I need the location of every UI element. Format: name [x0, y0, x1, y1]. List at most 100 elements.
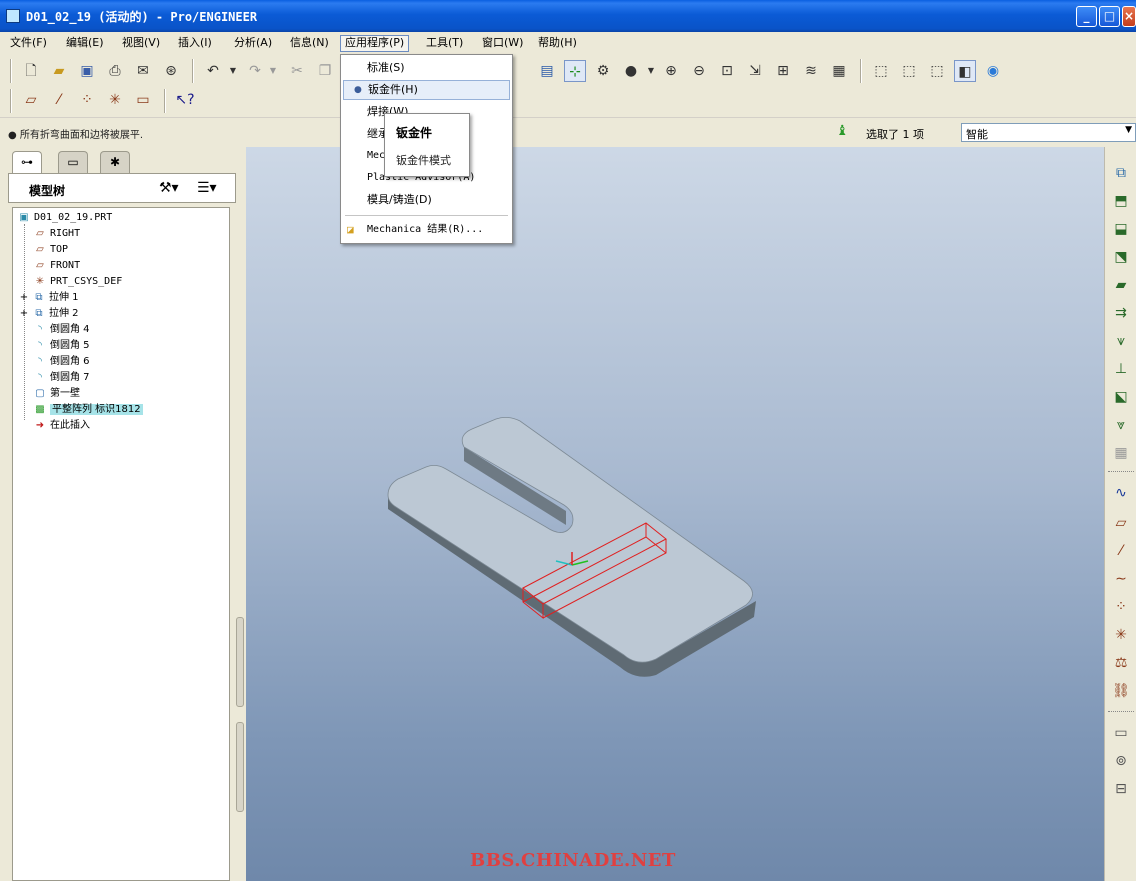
panel-splitter[interactable] [236, 617, 246, 817]
menu-help[interactable]: 帮助(H) [534, 35, 581, 52]
menu-applications[interactable]: 应用程序(P) [340, 35, 410, 52]
menu-item-sheetmetal[interactable]: ● 钣金件(H) [343, 80, 510, 100]
reorient-icon[interactable]: ⇲ [744, 60, 766, 82]
graphics-window[interactable] [246, 147, 1104, 881]
menu-file[interactable]: 文件(F) [6, 35, 51, 52]
axis-display-icon[interactable]: ⁄ [48, 89, 70, 111]
email-icon[interactable]: ✉ [132, 60, 154, 82]
refit-icon[interactable]: ⊡ [716, 60, 738, 82]
context-help-icon[interactable]: ↖? [174, 89, 196, 111]
datum-point-icon[interactable]: ⁘ [1109, 595, 1133, 619]
redo-dropdown-icon[interactable]: ▼ [262, 60, 284, 82]
expand-icon[interactable]: + [19, 306, 29, 322]
flange-icon[interactable]: ⬒ [1109, 189, 1133, 213]
model-player-icon[interactable]: ◉ [982, 60, 1004, 82]
display-style-icon[interactable]: ● [620, 60, 642, 82]
print-icon[interactable]: ⎙ [104, 60, 126, 82]
datum-plane-tool-icon[interactable]: ▱ [1109, 511, 1133, 535]
tree-item-flat-pattern[interactable]: ▩ 平整阵列 标识1812 [33, 402, 143, 418]
menu-view[interactable]: 视图(V) [118, 35, 164, 52]
expand-icon[interactable]: + [19, 290, 29, 306]
tree-item-round-4[interactable]: ◝ 倒圆角 4 [33, 322, 89, 338]
copy-icon[interactable]: ❐ [314, 60, 336, 82]
maximize-button[interactable]: □ [1099, 6, 1120, 27]
menu-insert[interactable]: 插入(I) [174, 35, 216, 52]
spin-center-icon[interactable]: ⊹ [564, 60, 586, 82]
datum-csys-icon[interactable]: ✳ [1109, 623, 1133, 647]
flat-pattern-tool-icon[interactable]: ⩔ [1109, 413, 1133, 437]
selection-filter-select[interactable]: 智能 ▼ [961, 123, 1136, 142]
menu-info[interactable]: 信息(N) [286, 35, 333, 52]
tree-item-round-5[interactable]: ◝ 倒圆角 5 [33, 338, 89, 354]
extend-wall-icon[interactable]: ⬔ [1109, 245, 1133, 269]
note-icon[interactable]: ▭ [1109, 721, 1133, 745]
tree-item-round-7[interactable]: ◝ 倒圆角 7 [33, 370, 89, 386]
tree-show-icon[interactable]: ☰▾ [197, 180, 217, 196]
tree-item-part[interactable]: ▣ D01_02_19.PRT [17, 210, 112, 226]
menu-tools[interactable]: 工具(T) [422, 35, 467, 52]
point-display-icon[interactable]: ⁘ [76, 89, 98, 111]
zoom-in-icon[interactable]: ⊕ [660, 60, 682, 82]
chevron-down-icon[interactable]: ▼ [1125, 125, 1132, 135]
menu-item-mold-cast[interactable]: 模具/铸造(D) [343, 190, 510, 210]
annotation-display-icon[interactable]: ▭ [132, 89, 154, 111]
email-link-icon[interactable]: ⊛ [160, 60, 182, 82]
form-icon[interactable]: ▦ [1109, 441, 1133, 465]
no-hidden-icon[interactable]: ⬚ [926, 60, 948, 82]
save-icon[interactable]: ▣ [76, 60, 98, 82]
layers-icon[interactable]: ≋ [800, 60, 822, 82]
sweep-flange-icon[interactable]: ⬓ [1109, 217, 1133, 241]
hidden-line-icon[interactable]: ⬚ [898, 60, 920, 82]
menu-edit[interactable]: 编辑(E) [62, 35, 108, 52]
datum-axis-tool-icon[interactable]: ⁄ [1109, 539, 1133, 563]
menu-analysis[interactable]: 分析(A) [230, 35, 276, 52]
saved-views-icon[interactable]: ⊞ [772, 60, 794, 82]
menu-item-mechanica-results[interactable]: ◪ Mechanica 结果(R)... [343, 220, 510, 240]
sketch-icon[interactable]: ∿ [1109, 481, 1133, 505]
minimize-button[interactable]: _ [1076, 6, 1097, 27]
wireframe-icon[interactable]: ⬚ [870, 60, 892, 82]
undo-icon[interactable]: ↶ [202, 60, 224, 82]
undo-dropdown-icon[interactable]: ▼ [222, 60, 244, 82]
close-button[interactable]: × [1122, 6, 1136, 27]
orient-mode-icon[interactable]: ⚙ [592, 60, 614, 82]
tree-item-right[interactable]: ▱ RIGHT [33, 226, 80, 242]
shading-icon[interactable]: ◧ [954, 60, 976, 82]
csys-display-icon[interactable]: ✳ [104, 89, 126, 111]
tab-folder-browser[interactable]: ▭ [58, 151, 88, 173]
cut-icon[interactable]: ✂ [286, 60, 308, 82]
edge-bend-icon[interactable]: ⇉ [1109, 301, 1133, 325]
tree-item-first-wall[interactable]: ▢ 第一壁 [33, 386, 80, 402]
wall-tool-icon[interactable]: ⧉ [1109, 161, 1133, 185]
analysis-feature-icon[interactable]: ⚖ [1109, 651, 1133, 675]
bend-icon[interactable]: ⩛ [1109, 329, 1133, 353]
new-icon[interactable]: 🗋 [20, 60, 42, 82]
tab-model-tree[interactable]: ⊶ [12, 151, 42, 174]
flat-wall-icon[interactable]: ▰ [1109, 273, 1133, 297]
menu-window[interactable]: 窗口(W) [478, 35, 527, 52]
splitter-grip-upper[interactable] [236, 617, 244, 707]
chain-icon[interactable]: ⛓ [1109, 679, 1133, 703]
tree-item-insert-here[interactable]: ➜ 在此插入 [33, 418, 90, 434]
open-icon[interactable]: ▰ [48, 60, 70, 82]
part-model[interactable] [246, 147, 1104, 881]
tree-item-csys[interactable]: ✳ PRT_CSYS_DEF [33, 274, 122, 290]
group-icon[interactable]: ⊟ [1109, 777, 1133, 801]
menu-item-standard[interactable]: 标准(S) [343, 58, 510, 78]
datum-curve-icon[interactable]: ∼ [1109, 567, 1133, 591]
display-style-dropdown-icon[interactable]: ▼ [640, 60, 662, 82]
tab-favorites[interactable]: ✱ [100, 151, 130, 173]
unbend-icon[interactable]: ⊥ [1109, 357, 1133, 381]
tree-item-front[interactable]: ▱ FRONT [33, 258, 80, 274]
tree-item-round-6[interactable]: ◝ 倒圆角 6 [33, 354, 89, 370]
zoom-out-icon[interactable]: ⊖ [688, 60, 710, 82]
bend-back-icon[interactable]: ⬕ [1109, 385, 1133, 409]
splitter-grip-lower[interactable] [236, 722, 244, 812]
plane-display-icon[interactable]: ▱ [20, 89, 42, 111]
redraw-icon[interactable]: ▤ [536, 60, 558, 82]
tree-item-top[interactable]: ▱ TOP [33, 242, 68, 258]
udf-icon[interactable]: ⊚ [1109, 749, 1133, 773]
tree-item-extrude-2[interactable]: + ⧉ 拉伸 2 [19, 306, 79, 322]
view-manager-icon[interactable]: ▦ [828, 60, 850, 82]
tree-settings-icon[interactable]: ⚒▾ [159, 180, 179, 196]
